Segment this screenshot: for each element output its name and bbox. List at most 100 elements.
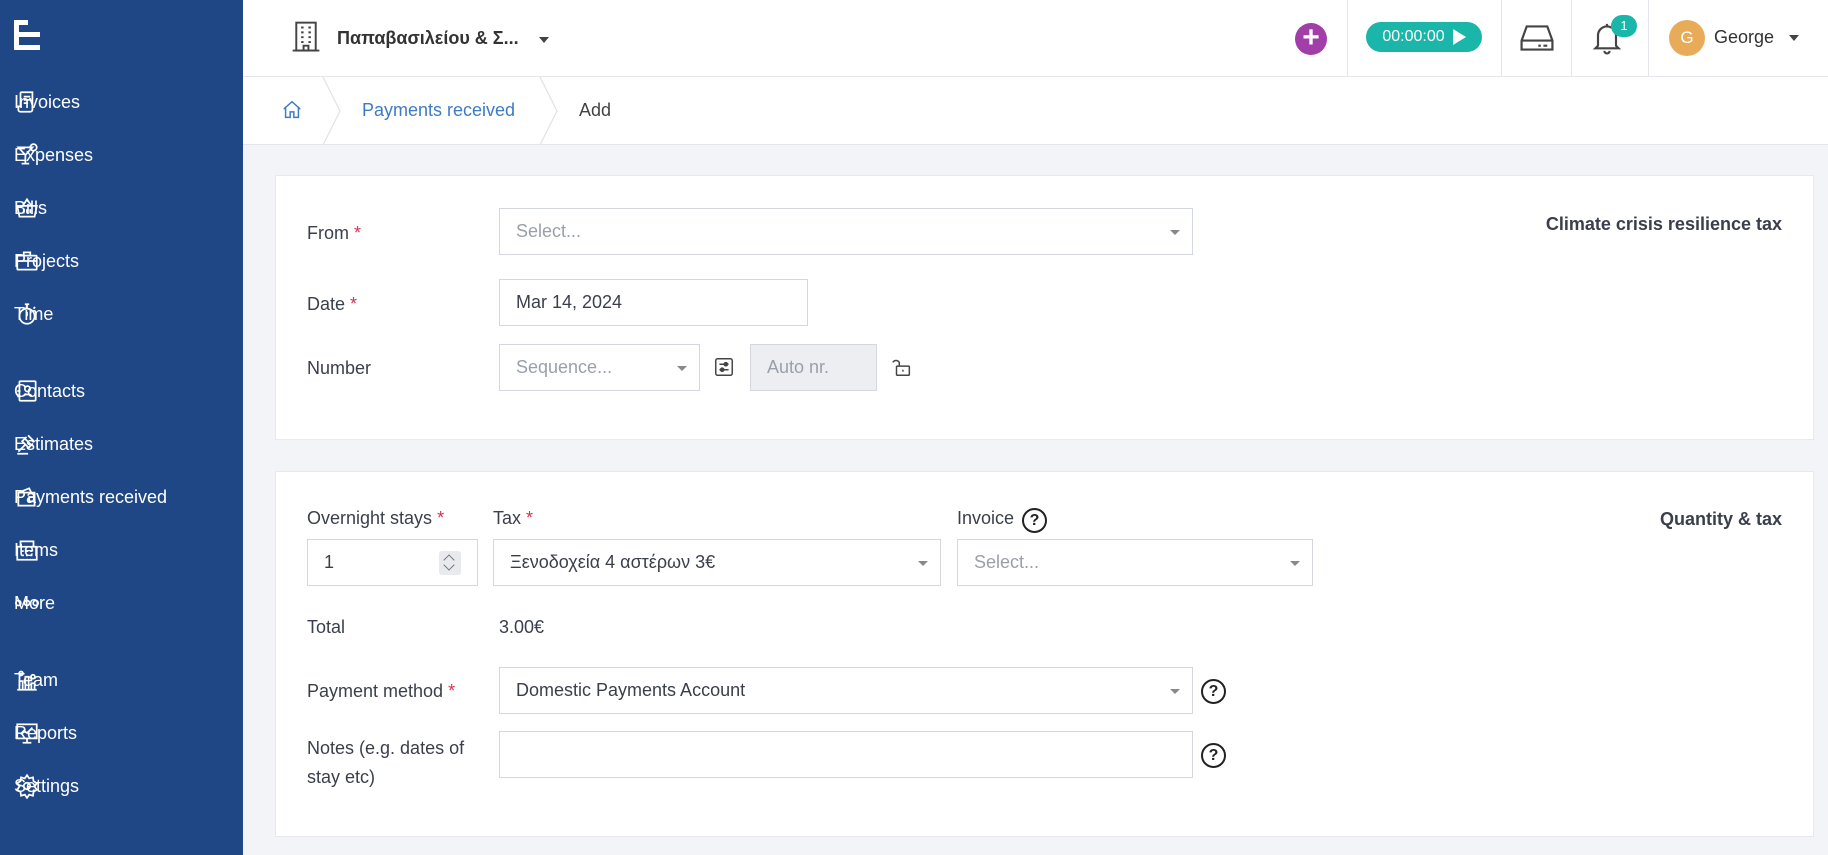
tax-select[interactable]: Ξενοδοχεία 4 αστέρων 3€: [493, 539, 941, 586]
sidebar-item-label: Team: [14, 669, 59, 690]
breadcrumb-payments-received[interactable]: Payments received: [362, 100, 515, 121]
notes-label: Notes (e.g. dates of stay etc): [307, 734, 464, 792]
section-title: Climate crisis resilience tax: [1545, 214, 1782, 234]
payment-method-label-text: Payment method: [307, 681, 444, 701]
drive-icon: [1519, 25, 1555, 58]
dropdown-arrow-icon: [1290, 560, 1300, 566]
sidebar-item-bills[interactable]: Bills: [0, 186, 243, 230]
divider: [1648, 0, 1649, 77]
date-value: Mar 14, 2024: [516, 292, 623, 312]
sidebar-item-time[interactable]: Time: [0, 292, 243, 336]
sidebar-item-label: Settings: [14, 775, 80, 796]
notes-label-line2: stay etc): [307, 767, 376, 787]
stepper-arrows-icon[interactable]: [439, 551, 461, 575]
sidebar-item-estimates[interactable]: Estimates: [0, 422, 243, 466]
breadcrumb: Payments received Add: [243, 76, 1828, 146]
notes-label-line1: Notes (e.g. dates of: [307, 738, 465, 758]
sidebar-item-label: Payments received: [14, 486, 168, 507]
section-title: Quantity & tax: [1659, 509, 1782, 529]
sidebar-item-items[interactable]: Items: [0, 528, 243, 572]
sidebar-item-label: More: [14, 592, 56, 613]
sidebar-item-label: Reports: [14, 722, 78, 743]
sidebar-item-label: Estimates: [14, 433, 94, 454]
help-icon[interactable]: ?: [1022, 508, 1047, 533]
breadcrumb-separator: [322, 76, 342, 146]
sidebar-item-more[interactable]: More: [0, 581, 243, 625]
tax-label-text: Tax: [493, 508, 522, 528]
plus-icon: +: [1302, 21, 1320, 54]
avatar[interactable]: G: [1669, 20, 1705, 56]
date-label-text: Date: [307, 294, 346, 314]
required-mark: *: [354, 223, 362, 243]
sidebar-item-contacts[interactable]: Contacts: [0, 369, 243, 413]
sidebar-item-expenses[interactable]: Expenses: [0, 133, 243, 177]
payment-method-value: Domestic Payments Account: [516, 680, 746, 700]
sidebar: Invoices Expenses Bills Projects Time Co…: [0, 0, 243, 855]
dropdown-arrow-icon: [677, 365, 687, 371]
sidebar-item-label: Expenses: [14, 144, 94, 165]
timer-button[interactable]: 00:00:00: [1366, 22, 1482, 52]
play-icon: [1452, 29, 1466, 45]
storage-drive-button[interactable]: [1519, 22, 1555, 59]
sidebar-item-projects[interactable]: Projects: [0, 239, 243, 283]
timer-value: 00:00:00: [1382, 28, 1445, 45]
overnight-stays-label: Overnight stays *: [307, 508, 444, 529]
auto-number-input: Auto nr.: [750, 344, 877, 391]
required-mark: *: [448, 681, 456, 701]
required-mark: *: [437, 508, 445, 528]
sidebar-item-label: Projects: [14, 250, 80, 271]
user-menu-button[interactable]: George: [1714, 27, 1774, 48]
dropdown-arrow-icon: [1170, 229, 1180, 235]
from-label-text: From: [307, 223, 349, 243]
climate-tax-card: Climate crisis resilience tax From * Sel…: [275, 175, 1814, 440]
invoice-label: Invoice: [957, 508, 1015, 528]
divider: [1347, 0, 1348, 77]
invoice-placeholder: Select...: [974, 552, 1040, 572]
sidebar-item-team[interactable]: Team: [0, 658, 243, 702]
sequence-settings-icon[interactable]: [713, 356, 735, 383]
sidebar-item-reports[interactable]: Reports: [0, 711, 243, 755]
required-mark: *: [350, 294, 358, 314]
overnight-stays-value: 1: [324, 552, 335, 572]
payment-method-select[interactable]: Domestic Payments Account: [499, 667, 1193, 714]
breadcrumb-separator: [539, 76, 559, 146]
auto-number-placeholder: Auto nr.: [767, 357, 830, 377]
sidebar-item-payments-received[interactable]: Payments received: [0, 475, 243, 519]
overnight-stays-stepper[interactable]: 1: [307, 539, 478, 586]
tax-value: Ξενοδοχεία 4 αστέρων 3€: [510, 552, 716, 572]
help-icon[interactable]: ?: [1201, 679, 1226, 704]
quantity-tax-card: Quantity & tax Overnight stays * 1 Tax *…: [275, 471, 1814, 837]
quick-add-button[interactable]: +: [1295, 23, 1327, 55]
from-select[interactable]: Select...: [499, 208, 1193, 255]
sidebar-item-settings[interactable]: Settings: [0, 764, 243, 808]
sidebar-item-label: Time: [14, 303, 54, 324]
from-select-placeholder: Select...: [516, 221, 582, 241]
dropdown-arrow-icon: [1170, 688, 1180, 694]
logo-icon[interactable]: [14, 20, 40, 50]
tax-label: Tax *: [493, 508, 533, 529]
company-name: Παπαβασιλείου & Σ...: [337, 27, 519, 48]
company-switcher[interactable]: Παπαβασιλείου & Σ...: [291, 18, 549, 58]
total-value: 3.00€: [499, 617, 545, 637]
sequence-placeholder: Sequence...: [516, 357, 613, 377]
sidebar-item-label: Items: [14, 539, 59, 560]
breadcrumb-current: Add: [579, 100, 612, 120]
sidebar-item-label: Invoices: [14, 91, 81, 112]
from-label: From *: [307, 223, 361, 244]
invoice-select[interactable]: Select...: [957, 539, 1313, 586]
chevron-down-icon[interactable]: [1789, 35, 1799, 41]
sidebar-item-invoices[interactable]: Invoices: [0, 80, 243, 124]
overnight-stays-label-text: Overnight stays: [307, 508, 433, 528]
sidebar-item-label: Bills: [14, 197, 48, 218]
notification-badge: 1: [1611, 15, 1637, 37]
sidebar-item-label: Contacts: [14, 380, 86, 401]
home-icon[interactable]: [281, 99, 303, 126]
number-label: Number: [307, 358, 372, 378]
date-input[interactable]: Mar 14, 2024: [499, 279, 808, 326]
date-label: Date *: [307, 294, 357, 315]
help-icon[interactable]: ?: [1201, 743, 1226, 768]
unlock-icon[interactable]: [891, 356, 913, 383]
notes-input[interactable]: [499, 731, 1193, 778]
sequence-select[interactable]: Sequence...: [499, 344, 700, 391]
divider: [1501, 0, 1502, 77]
